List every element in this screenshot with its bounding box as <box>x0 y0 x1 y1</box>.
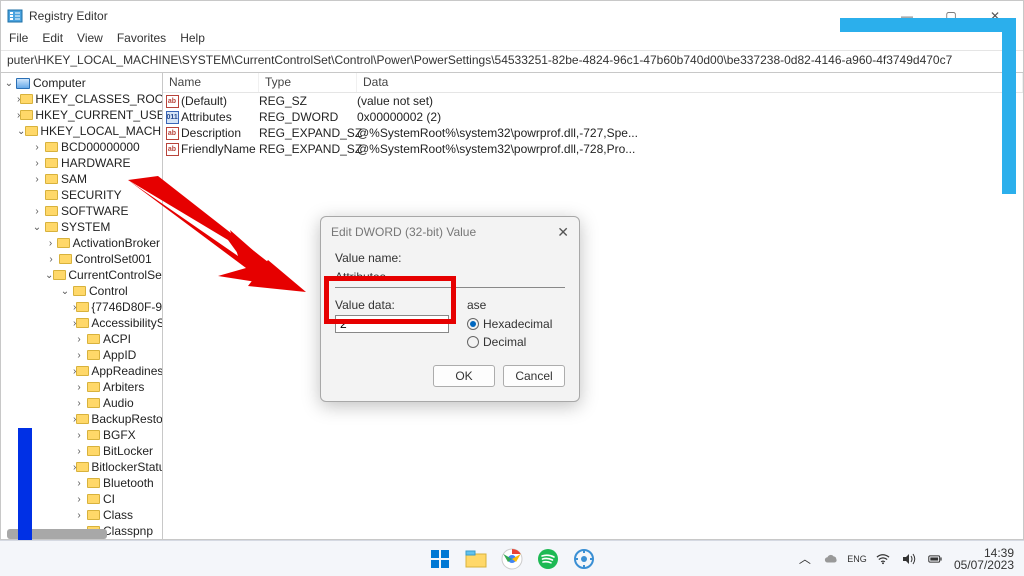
battery-icon[interactable] <box>928 552 942 566</box>
tree-item[interactable]: ›HARDWARE <box>1 155 162 171</box>
folder-icon <box>20 110 33 120</box>
annotation-highlight-box <box>324 276 456 324</box>
folder-icon <box>59 254 72 264</box>
folder-icon <box>45 222 58 232</box>
menu-file[interactable]: File <box>9 31 28 50</box>
app-icon[interactable] <box>571 546 597 572</box>
reg-value-icon: ab <box>166 127 179 140</box>
explorer-icon[interactable] <box>463 546 489 572</box>
folder-icon <box>45 142 58 152</box>
radio-icon <box>467 336 479 348</box>
tree-item[interactable]: ›ACPI <box>1 331 162 347</box>
ok-button[interactable]: OK <box>433 365 495 387</box>
folder-icon <box>45 158 58 168</box>
annotation-arrow <box>118 170 318 310</box>
tree-item[interactable]: ›Arbiters <box>1 379 162 395</box>
tree-root[interactable]: ⌄Computer <box>1 75 162 91</box>
value-name-label: Value name: <box>335 251 565 265</box>
folder-icon <box>20 94 33 104</box>
col-name[interactable]: Name <box>163 73 259 92</box>
folder-icon <box>87 446 100 456</box>
reg-value-icon: 011 <box>166 111 179 124</box>
folder-icon <box>87 382 100 392</box>
tree-item[interactable]: ›Audio <box>1 395 162 411</box>
tree-item[interactable]: ⌄HKEY_LOCAL_MACHINE <box>1 123 162 139</box>
annotation-corner-tr <box>840 18 1016 194</box>
folder-icon <box>87 494 100 504</box>
folder-icon <box>87 430 100 440</box>
spotify-icon[interactable] <box>535 546 561 572</box>
tree-item[interactable]: ›HKEY_CURRENT_USER <box>1 107 162 123</box>
tree-item[interactable]: ›AccessibilitySet <box>1 315 162 331</box>
reg-value-icon: ab <box>166 143 179 156</box>
onedrive-icon[interactable] <box>824 552 838 566</box>
dialog-close-icon[interactable]: ✕ <box>557 224 569 241</box>
folder-icon <box>76 414 89 424</box>
menu-help[interactable]: Help <box>180 31 205 50</box>
tree-item[interactable]: ›BackupRestore <box>1 411 162 427</box>
clock[interactable]: 14:39 05/07/2023 <box>954 547 1014 571</box>
tree-item[interactable]: ›HKEY_CLASSES_ROOT <box>1 91 162 107</box>
reg-value-icon: ab <box>166 95 179 108</box>
col-type[interactable]: Type <box>259 73 357 92</box>
tree-item[interactable]: ›AppReadiness <box>1 363 162 379</box>
folder-icon <box>87 398 100 408</box>
radio-icon <box>467 318 479 330</box>
folder-icon <box>53 270 66 280</box>
dialog-title: Edit DWORD (32-bit) Value <box>331 225 476 239</box>
wifi-icon[interactable] <box>876 552 890 566</box>
computer-icon <box>16 78 30 89</box>
folder-icon <box>76 302 89 312</box>
folder-icon <box>45 206 58 216</box>
folder-icon <box>76 318 89 328</box>
cancel-button[interactable]: Cancel <box>503 365 565 387</box>
folder-icon <box>87 478 100 488</box>
volume-icon[interactable] <box>902 552 916 566</box>
menu-view[interactable]: View <box>77 31 103 50</box>
folder-icon <box>25 126 38 136</box>
folder-icon <box>57 238 70 248</box>
folder-icon <box>87 350 100 360</box>
start-button[interactable] <box>427 546 453 572</box>
taskbar: ︿ ENG 14:39 05/07/2023 <box>0 540 1024 576</box>
radio-hex[interactable]: Hexadecimal <box>467 315 565 333</box>
folder-icon <box>45 190 58 200</box>
tree-item[interactable]: ›BCD00000000 <box>1 139 162 155</box>
chevron-up-icon[interactable]: ︿ <box>798 552 812 566</box>
folder-icon <box>76 462 89 472</box>
folder-icon <box>73 286 86 296</box>
folder-icon <box>45 174 58 184</box>
folder-icon <box>87 510 100 520</box>
regedit-icon <box>7 8 23 24</box>
menu-edit[interactable]: Edit <box>42 31 63 50</box>
language-icon[interactable]: ENG <box>850 552 864 566</box>
folder-icon <box>87 334 100 344</box>
radio-dec[interactable]: Decimal <box>467 333 565 351</box>
base-label: ase <box>467 298 565 312</box>
folder-icon <box>76 366 89 376</box>
window-title: Registry Editor <box>29 9 879 23</box>
menu-favorites[interactable]: Favorites <box>117 31 166 50</box>
annotation-corner-bl <box>18 428 64 558</box>
chrome-icon[interactable] <box>499 546 525 572</box>
tree-item[interactable]: ›AppID <box>1 347 162 363</box>
